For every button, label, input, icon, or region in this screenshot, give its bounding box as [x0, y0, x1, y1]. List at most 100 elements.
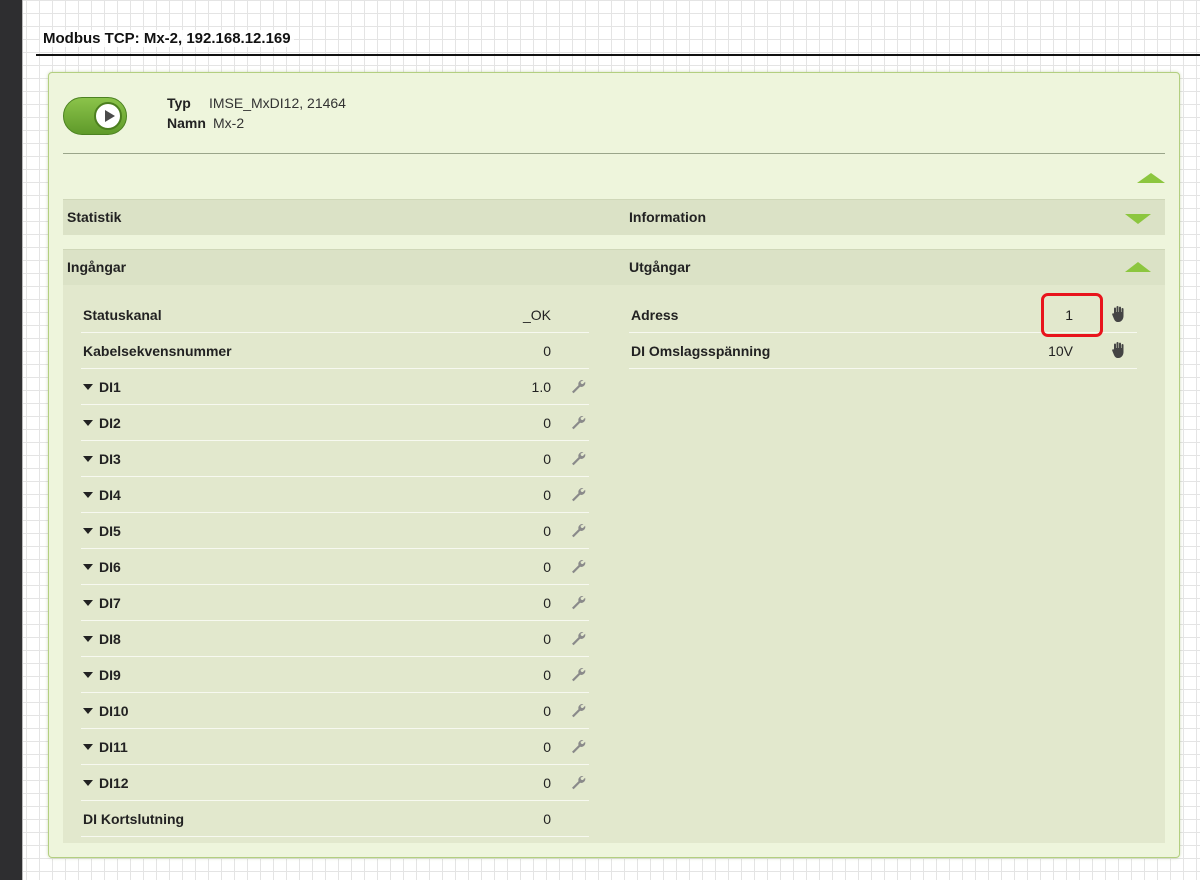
- input-name-text: DI1: [99, 379, 121, 395]
- caret-down-icon[interactable]: [83, 456, 93, 463]
- output-name-text: DI Omslagsspänning: [631, 343, 771, 359]
- wrench-icon[interactable]: [569, 666, 587, 684]
- caret-down-icon[interactable]: [83, 780, 93, 787]
- name-label: Namn: [167, 115, 206, 131]
- type-value: IMSE_MxDI12, 21464: [209, 95, 346, 111]
- input-value: 0: [543, 811, 551, 827]
- wrench-icon[interactable]: [569, 414, 587, 432]
- caret-down-icon[interactable]: [83, 384, 93, 391]
- hand-icon[interactable]: [1111, 305, 1127, 323]
- caret-down-icon[interactable]: [83, 420, 93, 427]
- caret-down-icon[interactable]: [83, 744, 93, 751]
- caret-down-icon[interactable]: [83, 564, 93, 571]
- title-divider: [36, 54, 1200, 56]
- wrench-icon[interactable]: [569, 774, 587, 792]
- input-row[interactable]: DI10 0: [81, 693, 589, 729]
- input-row[interactable]: DI9 0: [81, 657, 589, 693]
- wrench-icon[interactable]: [569, 558, 587, 576]
- wrench-icon[interactable]: [569, 738, 587, 756]
- left-rail-border: [22, 0, 23, 880]
- input-name-text: DI7: [99, 595, 121, 611]
- hand-icon[interactable]: [1111, 341, 1127, 359]
- input-name-text: DI Kortslutning: [83, 811, 185, 827]
- input-value: 0: [543, 739, 551, 755]
- wrench-icon[interactable]: [569, 378, 587, 396]
- expand-arrow-icon[interactable]: [1125, 214, 1151, 224]
- input-row[interactable]: DI11 0: [81, 729, 589, 765]
- input-row[interactable]: DI12 0: [81, 765, 589, 801]
- wrench-icon[interactable]: [569, 594, 587, 612]
- input-name: DI3: [83, 451, 121, 467]
- wrench-icon[interactable]: [569, 630, 587, 648]
- input-name: DI7: [83, 595, 121, 611]
- header-divider: [63, 153, 1165, 154]
- enable-toggle[interactable]: [63, 97, 127, 135]
- caret-down-icon[interactable]: [83, 636, 93, 643]
- device-panel: Typ IMSE_MxDI12, 21464 Namn Mx-2 Statist…: [48, 72, 1180, 858]
- input-row: DI Kortslutning 0: [81, 801, 589, 837]
- input-name: DI Kortslutning: [83, 811, 184, 827]
- input-value: 0: [543, 415, 551, 431]
- input-name: DI12: [83, 775, 129, 791]
- input-name: DI10: [83, 703, 129, 719]
- input-row[interactable]: DI1 1.0: [81, 369, 589, 405]
- input-name: DI11: [83, 739, 128, 755]
- type-label: Typ: [167, 95, 191, 111]
- section-bar-statistik-information[interactable]: Statistik Information: [63, 199, 1165, 235]
- caret-down-icon[interactable]: [83, 528, 93, 535]
- input-name-text: DI3: [99, 451, 121, 467]
- input-name-text: DI4: [99, 487, 121, 503]
- input-name-text: Kabelsekvensnummer: [83, 343, 232, 359]
- section-statistik-title[interactable]: Statistik: [67, 209, 121, 225]
- input-value: 0: [543, 487, 551, 503]
- input-name-text: DI10: [99, 703, 129, 719]
- section-ingangar-title[interactable]: Ingångar: [67, 259, 126, 275]
- input-row: Statuskanal _OK: [81, 297, 589, 333]
- caret-down-icon[interactable]: [83, 672, 93, 679]
- input-row[interactable]: DI3 0: [81, 441, 589, 477]
- input-row[interactable]: DI8 0: [81, 621, 589, 657]
- section-bar-ingangar-utgangar[interactable]: Ingångar Utgångar: [63, 249, 1165, 285]
- caret-down-icon[interactable]: [83, 600, 93, 607]
- input-value: 0: [543, 667, 551, 683]
- input-name-text: DI5: [99, 523, 121, 539]
- input-name-text: DI9: [99, 667, 121, 683]
- input-row[interactable]: DI2 0: [81, 405, 589, 441]
- input-name: DI2: [83, 415, 121, 431]
- input-value: _OK: [522, 307, 551, 323]
- wrench-icon[interactable]: [569, 486, 587, 504]
- wrench-icon[interactable]: [569, 450, 587, 468]
- page-title: Modbus TCP: Mx-2, 192.168.12.169: [40, 30, 294, 47]
- highlight-box: [1041, 293, 1103, 337]
- input-row[interactable]: DI5 0: [81, 513, 589, 549]
- input-row[interactable]: DI7 0: [81, 585, 589, 621]
- input-value: 0: [543, 343, 551, 359]
- input-value: 0: [543, 559, 551, 575]
- input-name-text: DI12: [99, 775, 129, 791]
- collapse-all-icon[interactable]: [1137, 173, 1165, 183]
- input-name-text: DI2: [99, 415, 121, 431]
- output-name-text: Adress: [631, 307, 679, 323]
- input-value: 0: [543, 595, 551, 611]
- input-name: DI1: [83, 379, 121, 395]
- input-name: Statuskanal: [83, 307, 162, 323]
- section-information-title[interactable]: Information: [629, 209, 706, 225]
- input-name: DI6: [83, 559, 121, 575]
- input-name-text: DI6: [99, 559, 121, 575]
- output-row: Adress 1: [629, 293, 1137, 337]
- section-body: Statuskanal _OK Kabelsekvensnummer 0 DI1 1.0 D…: [63, 285, 1165, 843]
- collapse-arrow-icon[interactable]: [1125, 262, 1151, 272]
- input-value: 0: [543, 451, 551, 467]
- output-row: DI Omslagsspänning 10V: [629, 333, 1137, 369]
- input-row[interactable]: DI4 0: [81, 477, 589, 513]
- input-value: 0: [543, 703, 551, 719]
- wrench-icon[interactable]: [569, 702, 587, 720]
- section-utgangar-title[interactable]: Utgångar: [629, 259, 690, 275]
- input-row: Kabelsekvensnummer 0: [81, 333, 589, 369]
- input-row[interactable]: DI6 0: [81, 549, 589, 585]
- caret-down-icon[interactable]: [83, 492, 93, 499]
- wrench-icon[interactable]: [569, 522, 587, 540]
- output-name: Adress: [631, 307, 678, 323]
- caret-down-icon[interactable]: [83, 708, 93, 715]
- input-value: 0: [543, 775, 551, 791]
